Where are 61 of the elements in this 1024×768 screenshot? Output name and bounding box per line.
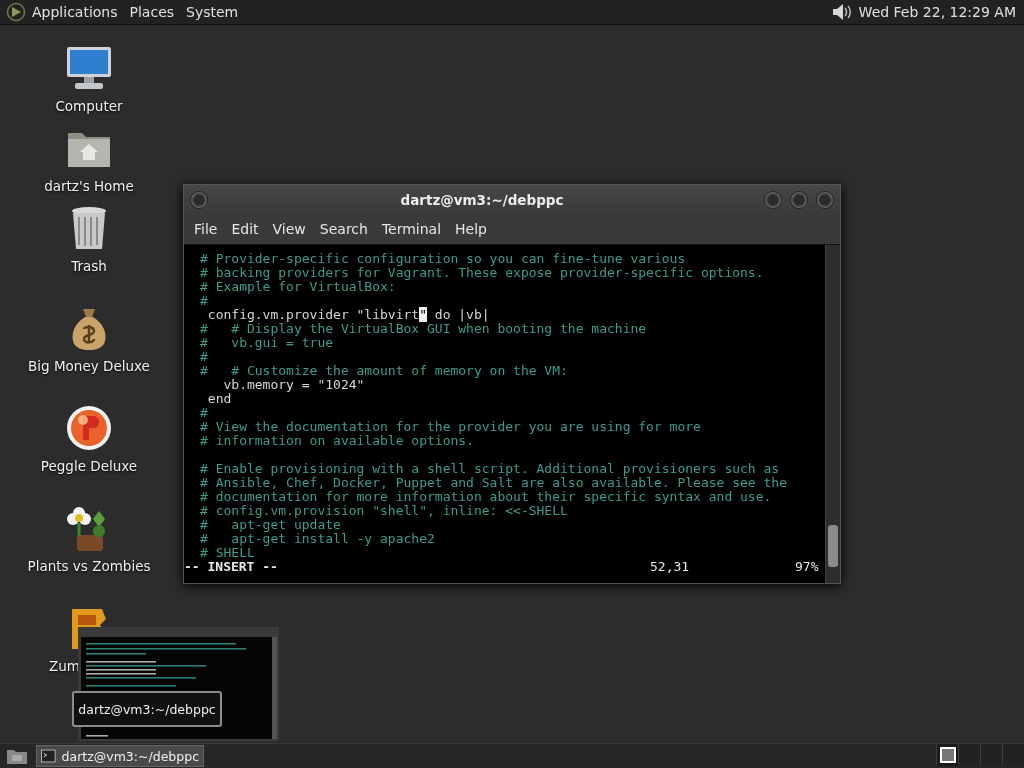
scrollbar[interactable] xyxy=(825,245,840,583)
workspace-switch[interactable] xyxy=(1002,744,1024,766)
desktop-icon-label[interactable]: Big Money Deluxe xyxy=(28,358,150,374)
desktop-icon-label[interactable]: Plants vs Zombies xyxy=(27,558,151,574)
tooltip: dartz@vm3:~/debppc xyxy=(72,691,222,727)
cursor-position: 52,31 xyxy=(650,560,691,574)
code-line: # Ansible, Chef, Docker, Puppet and Salt are also available. Please see the xyxy=(200,476,788,490)
logo-icon xyxy=(6,2,26,22)
menu-item[interactable]: Terminal xyxy=(374,217,449,241)
window-menu-button[interactable] xyxy=(190,190,208,209)
menu-item[interactable]: View xyxy=(265,217,313,241)
show-desktop-icon[interactable] xyxy=(6,747,28,765)
volume-icon[interactable] xyxy=(830,2,853,22)
close-button[interactable] xyxy=(816,190,834,209)
text-cursor: " xyxy=(419,307,427,322)
code-line: # xyxy=(200,406,209,420)
code-line: # backing providers for Vagrant. These expose provider-specific options. xyxy=(200,266,765,280)
code-line: # documentation for more information about their specific syntax and use. xyxy=(200,490,773,504)
window-title: dartz@vm3:~/debppc xyxy=(399,191,565,208)
desktop-icon-label[interactable]: Trash xyxy=(71,258,107,274)
menu-item[interactable]: Search xyxy=(312,217,375,241)
code-line: # config.vm.provision "shell", inline: <<-SHELL xyxy=(200,504,569,518)
code-line: # View the documentation for the provider you are using for more xyxy=(200,420,702,434)
trash-icon xyxy=(69,205,109,251)
editor-mode: -- INSERT -- xyxy=(184,560,278,574)
code-line: # # Display the VirtualBox GUI when booting the machine xyxy=(200,322,648,336)
scroll-percent: 97% xyxy=(795,560,820,574)
ball-icon xyxy=(65,404,113,452)
workspace-switch[interactable] xyxy=(980,744,1002,766)
code-line: # # Customize the amount of memory on the VM: xyxy=(200,364,569,378)
desktop-icon-label[interactable]: Peggle Deluxe xyxy=(40,458,138,474)
panel-menu[interactable]: Applications xyxy=(26,4,124,20)
maximize-button[interactable] xyxy=(790,190,808,209)
code-line: # vb.gui = true xyxy=(200,336,335,350)
taskbar-button[interactable]: dartz@vm3:~/debppc xyxy=(36,745,204,767)
computer-icon xyxy=(65,45,113,91)
workspace-switch[interactable] xyxy=(958,744,980,766)
code-line: # apt-get update xyxy=(200,518,341,532)
code-line: end xyxy=(206,392,232,406)
code-line: # apt-get install -y apache2 xyxy=(200,532,436,546)
menu-item[interactable]: Help xyxy=(448,217,494,241)
code-line: vb.memory = "1024" xyxy=(222,378,366,392)
code-line: config.vm.provider "libvirt" do |vb| xyxy=(206,308,491,322)
clock[interactable]: Wed Feb 22, 12:29 AM xyxy=(858,4,1016,20)
code-line: # xyxy=(200,294,209,308)
menu-item[interactable]: File xyxy=(187,217,225,241)
code-line: # Enable provisioning with a shell script. Additional provisioners such as xyxy=(200,462,781,476)
code-line: # xyxy=(200,350,209,364)
panel-menu[interactable]: System xyxy=(180,4,245,20)
code-line: # Provider-specific configuration so you can fine-tune various xyxy=(200,252,687,266)
workspace-switch[interactable] xyxy=(936,744,958,766)
code-line: # Example for VirtualBox: xyxy=(200,280,396,294)
code-line: # information on available options. xyxy=(200,434,474,448)
panel-menu[interactable]: Places xyxy=(123,4,181,20)
minimize-button[interactable] xyxy=(764,190,782,209)
terminal-area[interactable] xyxy=(184,244,840,583)
desktop-icon-label[interactable]: dartz's Home xyxy=(44,178,134,194)
terminal-icon xyxy=(41,749,56,763)
code-line: # SHELL xyxy=(200,546,255,560)
menu-item[interactable]: Edit xyxy=(224,217,266,241)
desktop-icon-label[interactable]: Computer xyxy=(55,98,123,114)
